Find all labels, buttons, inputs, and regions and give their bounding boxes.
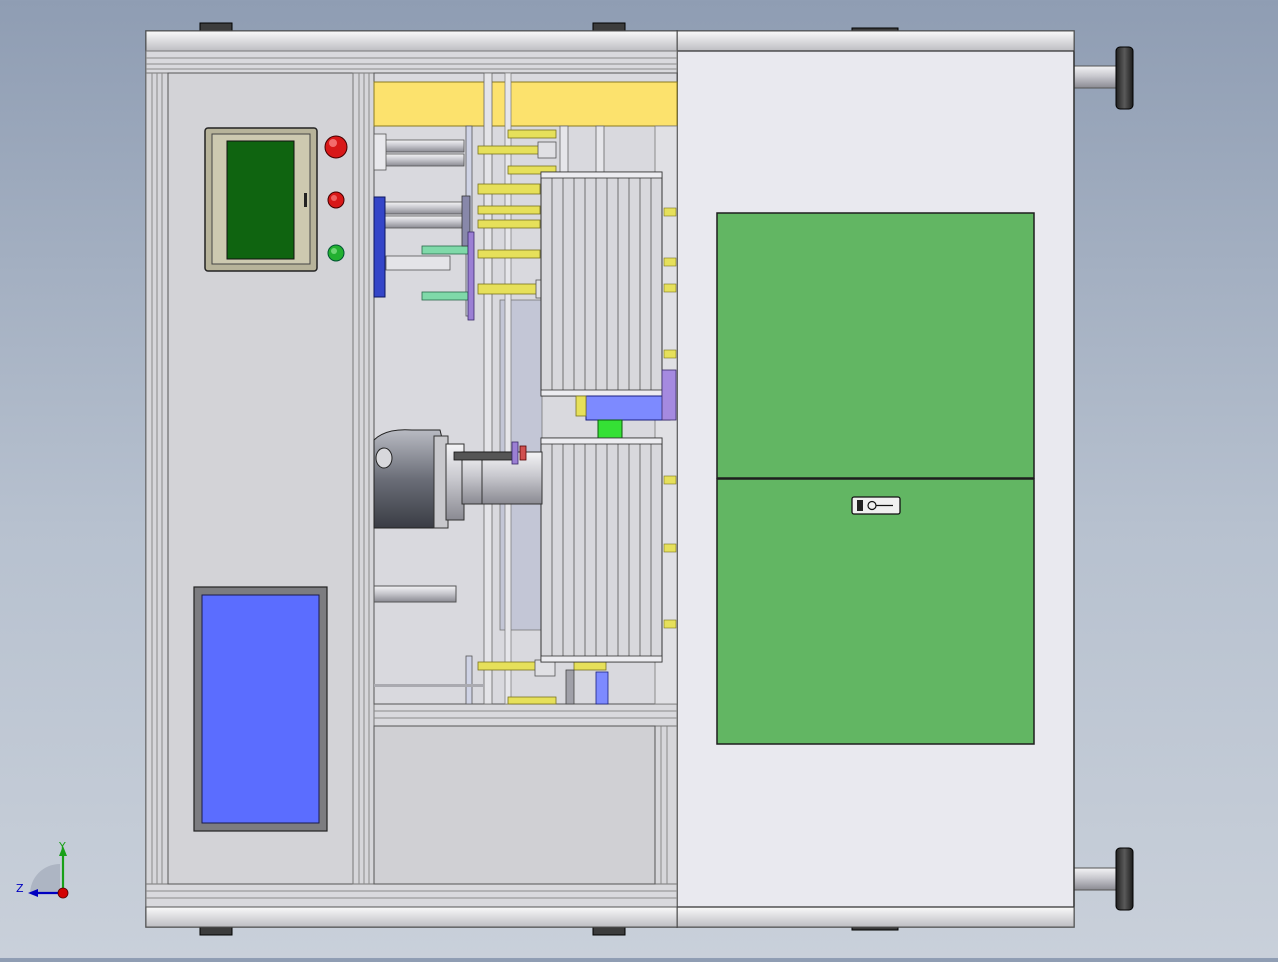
- cad-viewport[interactable]: Y Z: [0, 0, 1278, 958]
- leveling-feet: [1073, 46, 1134, 911]
- lower-door-panel: [716, 478, 1035, 745]
- cabinet-doors: [716, 212, 1035, 745]
- upper-door-panel: [716, 212, 1035, 479]
- z-axis-label: Z: [16, 882, 24, 895]
- machine-assembly-drawing: Y Z: [16, 22, 1134, 936]
- emergency-stop-button: [324, 135, 348, 159]
- green-coupling: [597, 419, 623, 439]
- yellow-top-beam: [373, 81, 678, 127]
- y-axis-label: Y: [58, 840, 66, 853]
- blue-guide-block: [585, 395, 671, 421]
- start-button: [327, 244, 345, 262]
- upper-parts-bin: [540, 171, 663, 397]
- electrical-cabinet-window: [193, 586, 328, 832]
- lower-parts-bin: [540, 437, 663, 663]
- coordinate-triad: Y Z: [16, 840, 69, 899]
- door-lock-icon: [851, 496, 901, 515]
- hmi-touchscreen: [204, 127, 318, 272]
- hmi-screen: [226, 140, 295, 260]
- stop-button: [327, 191, 345, 209]
